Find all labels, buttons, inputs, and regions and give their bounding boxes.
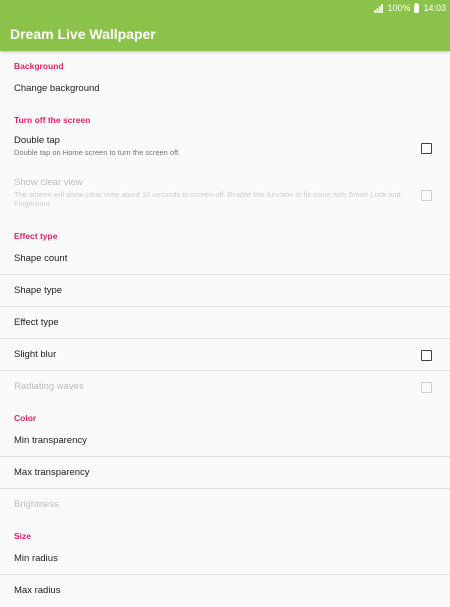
- show-clear-view-summary: The screen will show clear view about 10…: [14, 190, 401, 208]
- slight-blur-item[interactable]: Slight blur: [0, 339, 450, 371]
- show-clear-view-checkbox: [421, 190, 432, 201]
- slight-blur-title: Slight blur: [14, 348, 57, 360]
- max-radius-item[interactable]: Max radius: [0, 575, 450, 607]
- min-radius-item[interactable]: Min radius: [0, 543, 450, 575]
- double-tap-summary: Double tap on Home screen to turn the sc…: [14, 148, 181, 157]
- radiating-waves-item: Radiating waves: [0, 371, 450, 403]
- battery-icon: [414, 2, 420, 13]
- min-transparency-item[interactable]: Min transparency: [0, 425, 450, 457]
- section-header-size: Size: [14, 531, 32, 541]
- section-header-turn-off: Turn off the screen: [14, 115, 91, 125]
- section-header-effect-type: Effect type: [14, 231, 58, 241]
- min-radius-title: Min radius: [14, 552, 58, 564]
- max-radius-title: Max radius: [14, 585, 61, 597]
- status-bar: 100% 14:03: [374, 2, 446, 14]
- app-bar: 100% 14:03 Dream Live Wallpaper: [0, 0, 450, 51]
- preferences-list: Background Change background Turn off th…: [0, 51, 450, 607]
- effect-type-item[interactable]: Effect type: [0, 307, 450, 339]
- brightness-item: Brightness: [0, 489, 450, 521]
- radiating-waves-title: Radiating waves: [14, 381, 84, 393]
- radiating-waves-checkbox: [421, 382, 432, 393]
- double-tap-title: Double tap: [14, 135, 60, 146]
- max-transparency-item[interactable]: Max transparency: [0, 457, 450, 489]
- change-background-item[interactable]: Change background: [0, 73, 450, 105]
- signal-icon: [374, 3, 384, 13]
- double-tap-item[interactable]: Double tap Double tap on Home screen to …: [0, 127, 450, 169]
- min-transparency-title: Min transparency: [14, 434, 87, 446]
- slight-blur-checkbox[interactable]: [421, 349, 432, 361]
- change-background-title: Change background: [14, 83, 100, 95]
- shape-type-title: Shape type: [14, 284, 63, 296]
- max-transparency-title: Max transparency: [14, 466, 90, 478]
- double-tap-checkbox[interactable]: [421, 143, 432, 154]
- app-title: Dream Live Wallpaper: [10, 26, 156, 42]
- shape-count-title: Shape count: [14, 252, 68, 264]
- show-clear-view-item: Show clear view The screen will show cle…: [0, 169, 450, 221]
- brightness-title: Brightness: [14, 499, 59, 511]
- section-header-background: Background: [14, 61, 64, 71]
- clock: 14:03: [423, 3, 446, 13]
- shape-type-item[interactable]: Shape type: [0, 275, 450, 307]
- section-header-color: Color: [14, 413, 37, 423]
- show-clear-view-title: Show clear view: [14, 177, 83, 188]
- effect-type-title: Effect type: [14, 316, 59, 328]
- battery-percentage: 100%: [387, 3, 411, 13]
- shape-count-item[interactable]: Shape count: [0, 243, 450, 275]
